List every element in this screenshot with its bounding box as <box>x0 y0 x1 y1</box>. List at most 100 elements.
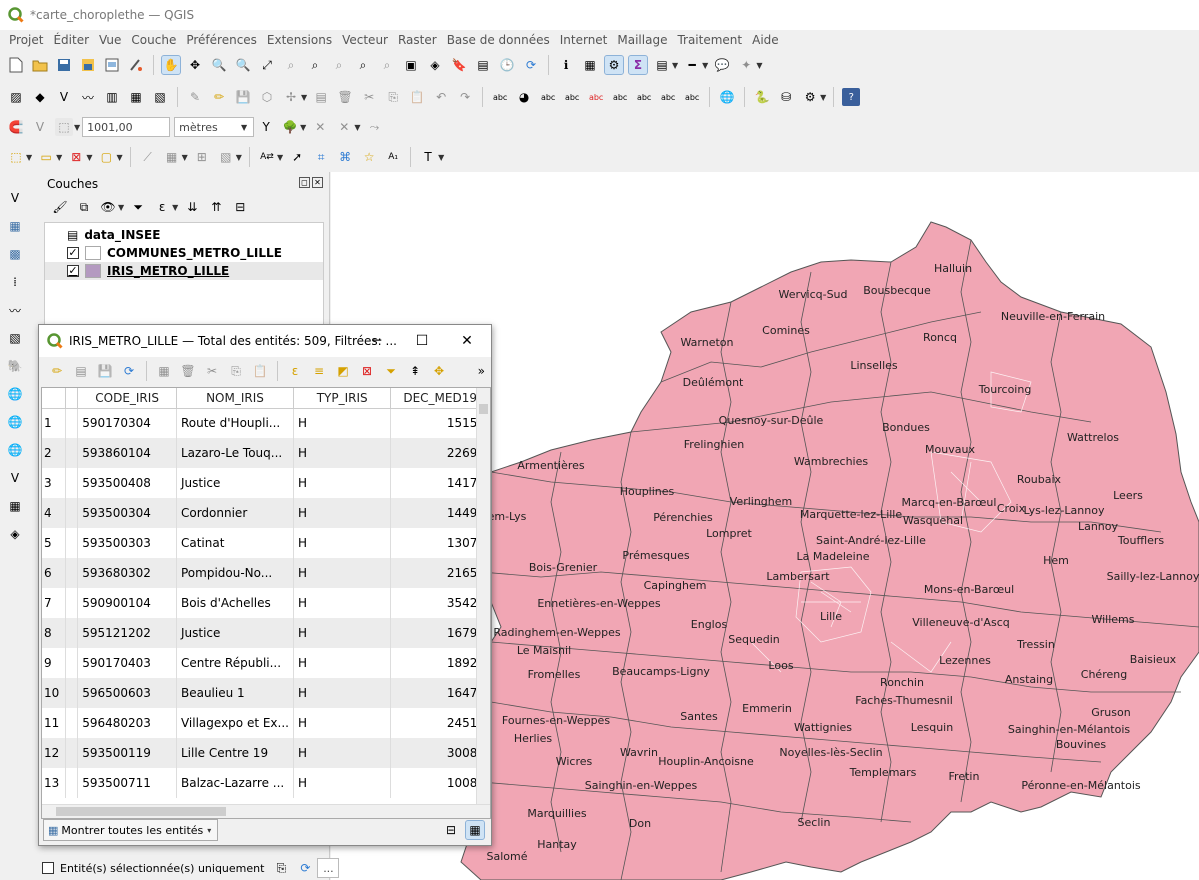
cell-typ-iris[interactable]: H <box>293 498 392 528</box>
row-selector[interactable] <box>65 528 79 558</box>
table-view-icon[interactable]: ▦ <box>465 820 485 840</box>
tolerance-input[interactable]: 1001,00 <box>82 117 171 137</box>
row-number[interactable]: 3 <box>42 468 67 498</box>
digitize-icon[interactable]: ⬡ <box>258 88 276 106</box>
row-number[interactable]: 6 <box>42 558 67 588</box>
change-label-icon[interactable]: abc <box>659 88 677 106</box>
menu-aide[interactable]: Aide <box>747 33 784 47</box>
cell-code-iris[interactable]: 593500304 <box>77 498 177 528</box>
python-console-icon[interactable]: 🐍 <box>753 88 771 106</box>
cell-typ-iris[interactable]: H <box>293 678 392 708</box>
row-number[interactable]: 5 <box>42 528 67 558</box>
undo-icon[interactable]: ↶ <box>432 88 450 106</box>
row-selector[interactable] <box>65 468 79 498</box>
menu-vecteur[interactable]: Vecteur <box>337 33 393 47</box>
plugin-web-icon[interactable]: 🌐 <box>718 88 736 106</box>
modify-attributes-icon[interactable]: ▤ <box>312 88 330 106</box>
layer-visibility-checkbox[interactable]: ✓ <box>67 265 79 277</box>
copy-features-icon[interactable]: ⎘ <box>384 88 402 106</box>
close-panel-icon[interactable]: ✕ <box>312 177 323 188</box>
row-selector[interactable] <box>65 708 79 738</box>
layer-item-data-insee[interactable]: ▤ data_INSEE <box>45 226 323 244</box>
delete-feature-icon[interactable]: 🗑 <box>179 362 197 380</box>
cell-nom-iris[interactable]: Centre Républi... <box>176 648 294 678</box>
redo-icon[interactable]: ↷ <box>456 88 474 106</box>
layer-item-iris[interactable]: ✓ IRIS_METRO_LILLE <box>45 262 323 280</box>
menu-traitement[interactable]: Traitement <box>672 33 747 47</box>
map-tips-icon[interactable]: 💬 <box>713 56 731 74</box>
form-view-icon[interactable]: ⊟ <box>442 821 460 839</box>
pan-map-icon[interactable]: ✋ <box>161 55 181 75</box>
save-edits-icon[interactable]: 💾 <box>234 88 252 106</box>
move-selection-top-icon[interactable]: ⇞ <box>406 362 424 380</box>
new-spatialite-layer-icon[interactable]: 〰 <box>79 88 97 106</box>
visibility-icon[interactable]: 👁 <box>99 198 117 216</box>
pin-label-icon[interactable]: abc <box>563 88 581 106</box>
cut-icon[interactable]: ✂ <box>203 362 221 380</box>
refresh-icon[interactable]: ⟳ <box>296 859 314 877</box>
row-selector[interactable] <box>65 768 79 798</box>
add-postgis-icon[interactable]: 🐘 <box>6 357 24 375</box>
select-features-icon[interactable]: ⬚ <box>7 148 25 166</box>
new-shapefile-layer-icon[interactable]: V <box>55 88 73 106</box>
cell-typ-iris[interactable]: H <box>293 768 392 798</box>
layer-item-communes[interactable]: ✓ COMMUNES_METRO_LILLE <box>45 244 323 262</box>
cell-typ-iris[interactable]: H <box>293 528 392 558</box>
show-all-features-button[interactable]: ▦ Montrer toutes les entités ▾ <box>43 819 219 841</box>
collapse-all-icon[interactable]: ⇈ <box>207 198 225 216</box>
row-selector[interactable] <box>65 618 79 648</box>
menu-vue[interactable]: Vue <box>94 33 126 47</box>
copy-icon[interactable]: ⎘ <box>227 362 245 380</box>
highlight-label-icon[interactable]: abc <box>539 88 557 106</box>
cell-typ-iris[interactable]: H <box>293 708 392 738</box>
pointer-select-icon[interactable]: ➚ <box>288 148 306 166</box>
save-edits-icon[interactable]: 💾 <box>96 362 114 380</box>
add-virtual-side-icon[interactable]: V <box>6 469 24 487</box>
zoom-selection-icon[interactable]: ⌕ <box>282 56 300 74</box>
row-selector[interactable] <box>65 408 79 438</box>
cell-nom-iris[interactable]: Beaulieu 1 <box>176 678 294 708</box>
change-label-props-icon[interactable]: abc <box>683 88 701 106</box>
label-position-icon[interactable]: A⇄ <box>258 148 276 166</box>
table-row[interactable]: 1 590170304 Route d'Houpli... H 15150 <box>42 408 490 438</box>
menu-preferences[interactable]: Préférences <box>181 33 262 47</box>
cell-nom-iris[interactable]: Cordonnier <box>176 498 294 528</box>
statistical-summary-icon[interactable]: Σ <box>628 55 648 75</box>
multi-edit-icon[interactable]: ▤ <box>72 362 90 380</box>
show-hide-label-icon[interactable]: abc <box>587 88 605 106</box>
remove-layer-icon[interactable]: ⊟ <box>231 198 249 216</box>
float-panel-icon[interactable]: ◻ <box>299 177 310 188</box>
vertical-scrollbar[interactable] <box>476 388 490 818</box>
current-edits-icon[interactable]: ✎ <box>186 88 204 106</box>
cell-nom-iris[interactable]: Catinat <box>176 528 294 558</box>
temporal-controller-icon[interactable]: 🕒 <box>498 56 516 74</box>
snapping-magnet-icon[interactable]: 🧲 <box>7 118 25 136</box>
row-number[interactable]: 10 <box>42 678 67 708</box>
cell-code-iris[interactable]: 595121202 <box>77 618 177 648</box>
cell-nom-iris[interactable]: Justice <box>176 468 294 498</box>
row-selector[interactable] <box>65 648 79 678</box>
cell-dec-med19[interactable]: 13070 <box>390 528 490 558</box>
zoom-layer-icon[interactable]: ⌕ <box>306 56 324 74</box>
cell-nom-iris[interactable]: Pompidou-No... <box>176 558 294 588</box>
cell-typ-iris[interactable]: H <box>293 408 392 438</box>
menu-raster[interactable]: Raster <box>393 33 442 47</box>
cell-code-iris[interactable]: 593500408 <box>77 468 177 498</box>
cell-dec-med19[interactable]: 15150 <box>390 408 490 438</box>
menu-projet[interactable]: Projet <box>4 33 48 47</box>
menu-editer[interactable]: Éditer <box>48 33 94 47</box>
selected-only-checkbox[interactable] <box>42 862 54 874</box>
cell-dec-med19[interactable]: 14170 <box>390 468 490 498</box>
cell-dec-med19[interactable]: 16470 <box>390 678 490 708</box>
table-row[interactable]: 11 596480203 Villagexpo et Ex... H 24510 <box>42 708 490 738</box>
add-wms-icon[interactable]: 🌐 <box>6 385 24 403</box>
row-number[interactable]: 12 <box>42 738 67 768</box>
select-by-value-icon[interactable]: ▭ <box>37 148 55 166</box>
more-options-button[interactable]: ... <box>317 858 340 878</box>
open-table-dropdown-icon[interactable]: ▤ <box>653 56 671 74</box>
cell-nom-iris[interactable]: Balzac-Lazarre ... <box>176 768 294 798</box>
add-feature-icon[interactable]: ▦ <box>155 362 173 380</box>
cell-code-iris[interactable]: 593860104 <box>77 438 177 468</box>
diagram-tool-icon[interactable]: ◕ <box>515 88 533 106</box>
cell-typ-iris[interactable]: H <box>293 738 392 768</box>
